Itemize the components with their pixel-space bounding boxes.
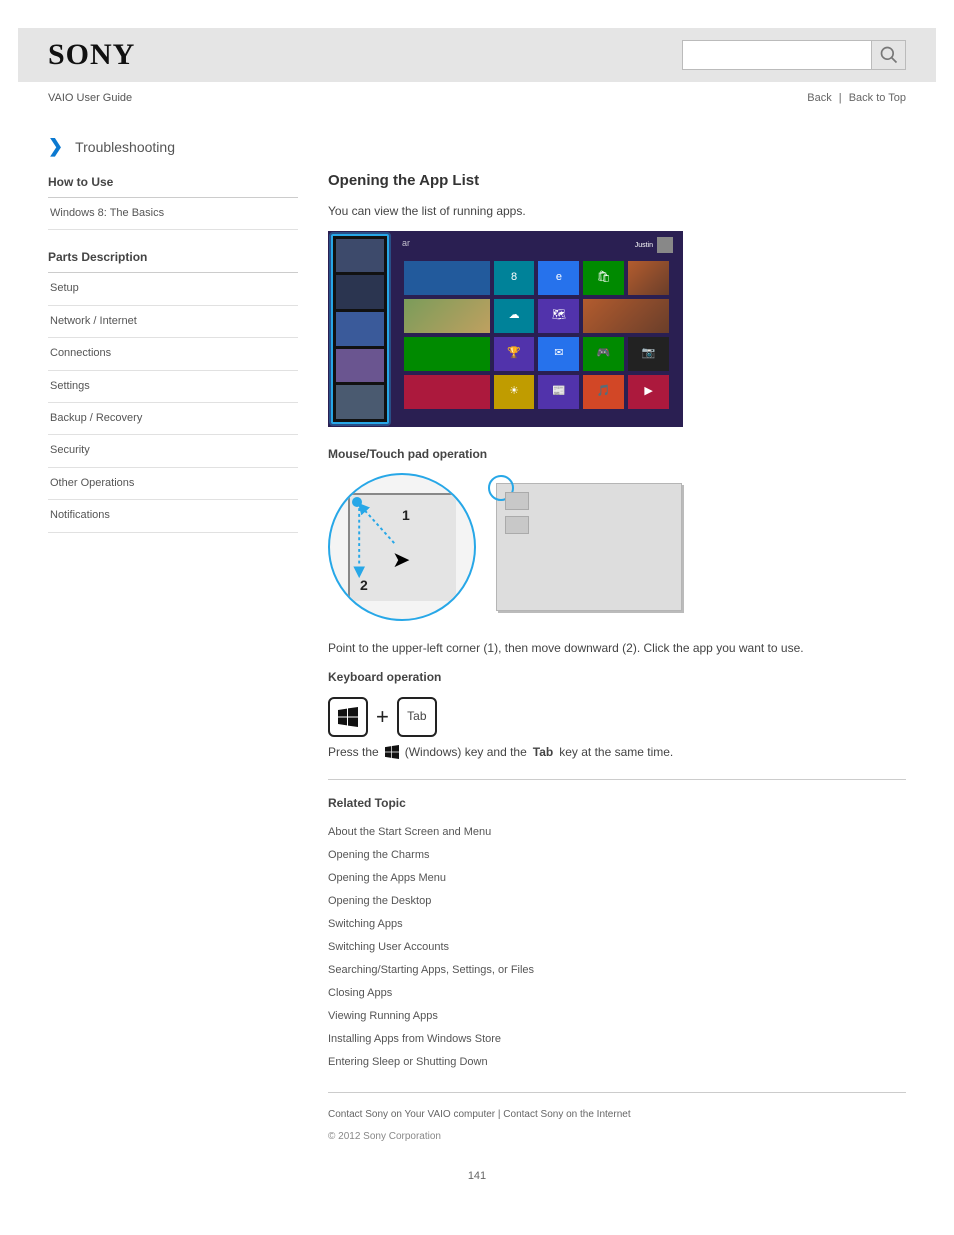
app-thumbnail bbox=[336, 349, 384, 383]
step-1-label: 1 bbox=[402, 505, 410, 527]
sidebar-item[interactable]: Backup / Recovery bbox=[48, 403, 298, 435]
search-button[interactable] bbox=[872, 40, 906, 70]
tile: 8 bbox=[494, 261, 535, 295]
app-thumbnail bbox=[336, 239, 384, 273]
tile: ✉ bbox=[538, 337, 579, 371]
sidebar: How to Use Windows 8: The Basics Parts D… bbox=[48, 169, 298, 1144]
tile: 🎵 bbox=[583, 375, 624, 409]
tile: ☁ bbox=[494, 299, 535, 333]
intro-text: You can view the list of running apps. bbox=[328, 202, 906, 221]
mouse-instruction: Point to the upper-left corner (1), then… bbox=[328, 639, 906, 658]
tile: 📰 bbox=[538, 375, 579, 409]
footer-links[interactable]: Contact Sony on Your VAIO computer | Con… bbox=[328, 1107, 906, 1123]
related-list: About the Start Screen and Menu Opening … bbox=[328, 821, 906, 1075]
windows-logo-icon bbox=[385, 745, 399, 759]
related-link[interactable]: Switching User Accounts bbox=[328, 936, 906, 959]
tile-grid: 8 e 🛍 ☁ 🗺 🏆 ✉ 🎮 📷 ☀ bbox=[404, 261, 669, 413]
header-bar: SONY bbox=[18, 28, 936, 82]
divider bbox=[328, 1092, 906, 1093]
brand-logo: SONY bbox=[48, 38, 135, 72]
tile bbox=[404, 261, 490, 295]
related-link[interactable]: Entering Sleep or Shutting Down bbox=[328, 1051, 906, 1074]
tab-key-icon: Tab bbox=[397, 697, 437, 737]
keyboard-hint: Press the (Windows) key and the Tab key … bbox=[328, 743, 906, 762]
tile bbox=[404, 375, 490, 409]
tile: 🎮 bbox=[583, 337, 624, 371]
related-link[interactable]: Searching/Starting Apps, Settings, or Fi… bbox=[328, 959, 906, 982]
related-heading: Related Topic bbox=[328, 794, 906, 813]
divider bbox=[328, 779, 906, 780]
related-link[interactable]: Switching Apps bbox=[328, 913, 906, 936]
keyboard-heading: Keyboard operation bbox=[328, 668, 906, 687]
avatar bbox=[657, 237, 673, 253]
tile bbox=[628, 261, 669, 295]
mouse-heading: Mouse/Touch pad operation bbox=[328, 445, 906, 464]
mini-thumbnail bbox=[505, 492, 529, 510]
start-screen-screenshot: ar Justin 8 e 🛍 ☁ 🗺 bbox=[328, 231, 683, 427]
model-label: VAIO User Guide bbox=[48, 92, 132, 104]
sidebar-item[interactable]: Windows 8: The Basics bbox=[48, 198, 298, 230]
app-thumbnail bbox=[336, 385, 384, 419]
tile bbox=[404, 337, 490, 371]
related-link[interactable]: Closing Apps bbox=[328, 982, 906, 1005]
search-input[interactable] bbox=[682, 40, 872, 70]
related-link[interactable]: Opening the Desktop bbox=[328, 890, 906, 913]
related-link[interactable]: Viewing Running Apps bbox=[328, 1005, 906, 1028]
sidebar-heading-howto: How to Use bbox=[48, 169, 298, 198]
app-thumbnail bbox=[336, 275, 384, 309]
mini-thumbnail bbox=[505, 516, 529, 534]
tile bbox=[404, 299, 490, 333]
tile: ☀ bbox=[494, 375, 535, 409]
tile bbox=[583, 299, 669, 333]
windows-key-icon bbox=[328, 697, 368, 737]
page-number: 141 bbox=[18, 1170, 936, 1182]
keyboard-shortcut: + Tab bbox=[328, 697, 906, 737]
main-content: Opening the App List You can view the li… bbox=[328, 169, 906, 1144]
step-2-label: 2 bbox=[360, 575, 368, 597]
sidebar-item[interactable]: Settings bbox=[48, 371, 298, 403]
sidebar-item[interactable]: Network / Internet bbox=[48, 306, 298, 338]
page-title: Opening the App List bbox=[328, 169, 906, 192]
tile-ie-icon: e bbox=[538, 261, 579, 295]
search-wrap bbox=[682, 40, 906, 70]
user-badge: Justin bbox=[635, 237, 673, 253]
tile: ▶ bbox=[628, 375, 669, 409]
mouse-diagram: 1 2 ➤ bbox=[328, 473, 906, 621]
tile: 🏆 bbox=[494, 337, 535, 371]
tile-store-icon: 🛍 bbox=[583, 261, 624, 295]
mini-screen bbox=[496, 483, 682, 611]
sidebar-item[interactable]: Notifications bbox=[48, 500, 298, 532]
copyright: © 2012 Sony Corporation bbox=[328, 1129, 906, 1145]
subheader: VAIO User Guide Back | Back to Top bbox=[18, 82, 936, 108]
cursor-icon: ➤ bbox=[392, 543, 410, 577]
back-link[interactable]: Back bbox=[807, 92, 831, 104]
breadcrumb: ❯ Troubleshooting bbox=[18, 108, 936, 169]
sidebar-item[interactable]: Connections bbox=[48, 338, 298, 370]
back-to-top-link[interactable]: Back to Top bbox=[849, 92, 906, 104]
related-link[interactable]: Opening the Apps Menu bbox=[328, 867, 906, 890]
plus-icon: + bbox=[376, 700, 389, 734]
tile: 🗺 bbox=[538, 299, 579, 333]
sidebar-item[interactable]: Other Operations bbox=[48, 468, 298, 500]
chevron-right-icon: ❯ bbox=[48, 136, 63, 157]
breadcrumb-text[interactable]: Troubleshooting bbox=[75, 139, 175, 155]
start-label: ar bbox=[402, 237, 410, 251]
magnified-corner: 1 2 ➤ bbox=[328, 473, 476, 621]
search-icon bbox=[879, 45, 899, 65]
related-link[interactable]: Opening the Charms bbox=[328, 844, 906, 867]
sidebar-item[interactable]: Setup bbox=[48, 273, 298, 305]
tile: 📷 bbox=[628, 337, 669, 371]
sidebar-item[interactable]: Security bbox=[48, 435, 298, 467]
sidebar-heading-parts: Parts Description bbox=[48, 244, 298, 273]
app-thumbnail bbox=[336, 312, 384, 346]
related-link[interactable]: About the Start Screen and Menu bbox=[328, 821, 906, 844]
running-apps-strip bbox=[331, 234, 389, 424]
related-link[interactable]: Installing Apps from Windows Store bbox=[328, 1028, 906, 1051]
